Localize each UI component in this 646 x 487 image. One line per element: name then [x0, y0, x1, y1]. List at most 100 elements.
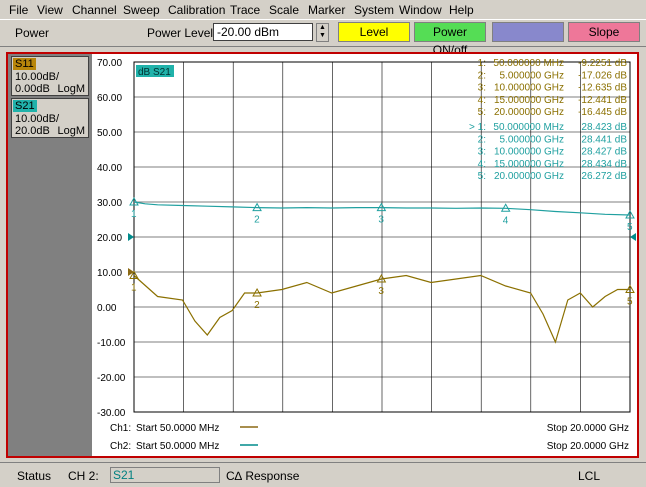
s11-readout-value: -16.445 dB	[578, 107, 627, 118]
menu-file[interactable]: File	[9, 3, 28, 17]
s21-readout-value: 28.434 dB	[581, 159, 627, 170]
menu-channel[interactable]: Channel	[72, 3, 117, 17]
s11-marker-label: 5	[627, 297, 633, 308]
softkey-1[interactable]: Level	[338, 22, 410, 42]
s11-marker-label: 3	[378, 286, 384, 297]
menu-bar: File View Channel Sweep Calibration Trace Scal…	[0, 0, 646, 20]
status-mode: C∆ Response	[226, 469, 300, 483]
softkey-3[interactable]	[492, 22, 564, 42]
spin-down-icon[interactable]: ▼	[317, 32, 328, 40]
s21-readout-num: > 1:	[469, 122, 486, 133]
s21-marker-label: 3	[378, 215, 384, 226]
y-tick-label: 30.00	[97, 198, 122, 209]
s11-readout-num: 3:	[478, 83, 486, 94]
power-level-spinner[interactable]: ▲ ▼	[316, 23, 329, 42]
s11-readout-freq: 5.000000 GHz	[500, 70, 565, 81]
s21-readout-num: 3:	[478, 147, 486, 158]
s11-readout-num: 2:	[478, 70, 486, 81]
y-tick-label: 10.00	[97, 268, 122, 279]
menu-scale[interactable]: Scale	[269, 3, 299, 17]
legend-start: Start 50.0000 MHz	[136, 423, 219, 434]
menu-sweep[interactable]: Sweep	[123, 3, 160, 17]
s21-marker-label: 1	[131, 209, 137, 220]
s11-readout-num: 1:	[478, 58, 486, 69]
s21-readout-freq: 10.000000 GHz	[494, 147, 564, 158]
s11-marker-label: 1	[131, 283, 137, 294]
menu-system[interactable]: System	[354, 3, 394, 17]
s21-readout-value: 28.441 dB	[581, 134, 627, 145]
s11-readout-value: -17.026 dB	[578, 70, 627, 81]
s21-marker-label: 5	[627, 222, 633, 233]
legend-label: Ch1:	[110, 423, 131, 434]
s21-marker-label: 2	[254, 215, 260, 226]
channel-box-s11[interactable]: S11 10.00dB/ 0.00dB LogM	[11, 56, 89, 96]
power-level-label: Power Level	[147, 26, 214, 40]
menu-calibration[interactable]: Calibration	[168, 3, 225, 17]
s11-ref-left-icon	[128, 268, 134, 276]
menu-window[interactable]: Window	[399, 3, 442, 17]
s11-readout-freq: 20.000000 GHz	[494, 107, 564, 118]
s21-readout-freq: 5.000000 GHz	[500, 134, 565, 145]
plot-area[interactable]: 70.00 60.00 50.00 40.00 30.00 20.00 10.00 0.00 -…	[94, 54, 637, 456]
s21-readout-freq: 50.000000 MHz	[493, 122, 564, 133]
s21-readout-value: 28.427 dB	[581, 147, 627, 158]
toolbar: Power Power Level -20.00 dBm ▲ ▼ Level Po…	[0, 20, 646, 57]
status-param: S21	[110, 467, 220, 483]
s21-readout-value: 26.272 dB	[581, 171, 627, 182]
y-tick-label: 40.00	[97, 163, 122, 174]
menu-trace[interactable]: Trace	[230, 3, 260, 17]
menu-view[interactable]: View	[37, 3, 63, 17]
s21-readout-num: 4:	[478, 159, 486, 170]
s21-ref-right-icon	[630, 233, 636, 241]
s21-readout-num: 5:	[478, 171, 486, 182]
menu-marker[interactable]: Marker	[308, 3, 345, 17]
s11-readout-freq: 50.000000 MHz	[493, 58, 564, 69]
power-level-input[interactable]: -20.00 dBm	[213, 23, 313, 41]
y-tick-label: -30.00	[97, 408, 126, 419]
spin-up-icon[interactable]: ▲	[317, 24, 328, 32]
channel-sidebar: S11 10.00dB/ 0.00dB LogM S21 10.00dB/ 20…	[8, 54, 92, 456]
s11-tag: S11	[13, 58, 36, 70]
s21-tag: S21	[13, 100, 37, 112]
s11-ref: 0.00dB	[15, 83, 50, 95]
trace-chart[interactable]: 70.00 60.00 50.00 40.00 30.00 20.00 10.00 0.00 -…	[94, 54, 637, 456]
s11-format: LogM	[57, 83, 85, 95]
active-trace-label: dB S21	[138, 67, 171, 78]
legend-start: Start 50.0000 MHz	[136, 441, 219, 452]
channel-box-s21[interactable]: S21 10.00dB/ 20.0dB LogM	[11, 98, 89, 138]
s11-readout-num: 4:	[478, 95, 486, 106]
y-tick-label: -10.00	[97, 338, 126, 349]
s21-readout-freq: 15.000000 GHz	[494, 159, 564, 170]
s11-readout-value: -12.635 dB	[578, 83, 627, 94]
s21-ref: 20.0dB	[15, 125, 50, 137]
y-tick-label: 0.00	[97, 303, 117, 314]
menu-help[interactable]: Help	[449, 3, 474, 17]
s21-readout-num: 2:	[478, 134, 486, 145]
legend-label: Ch2:	[110, 441, 131, 452]
legend-stop: Stop 20.0000 GHz	[547, 441, 629, 452]
s11-readout-num: 5:	[478, 107, 486, 118]
s11-readout-value: -12.441 dB	[578, 95, 627, 106]
s21-marker-label: 4	[503, 215, 509, 226]
softkey-2[interactable]: Power ON/off	[414, 22, 486, 57]
s11-readout-value: -9.2251 dB	[578, 58, 627, 69]
s21-readout-freq: 20.000000 GHz	[494, 171, 564, 182]
y-tick-label: 70.00	[97, 58, 122, 69]
y-tick-label: 50.00	[97, 128, 122, 139]
s11-marker-label: 2	[254, 300, 260, 311]
y-tick-label: 20.00	[97, 233, 122, 244]
legend-stop: Stop 20.0000 GHz	[547, 423, 629, 434]
y-tick-label: 60.00	[97, 93, 122, 104]
status-label: Status	[17, 469, 52, 483]
s11-readout-freq: 15.000000 GHz	[494, 95, 564, 106]
s11-scale: 10.00dB/	[15, 71, 60, 83]
s21-ref-left-icon	[128, 233, 134, 241]
status-channel: CH 2:	[68, 469, 99, 483]
status-remote: LCL	[578, 469, 601, 483]
softkey-4[interactable]: Slope	[568, 22, 640, 42]
y-tick-label: -20.00	[97, 373, 126, 384]
power-group-label: Power	[15, 26, 50, 40]
s21-format: LogM	[57, 125, 85, 137]
s11-readout-freq: 10.000000 GHz	[494, 83, 564, 94]
s21-scale: 10.00dB/	[15, 113, 60, 125]
